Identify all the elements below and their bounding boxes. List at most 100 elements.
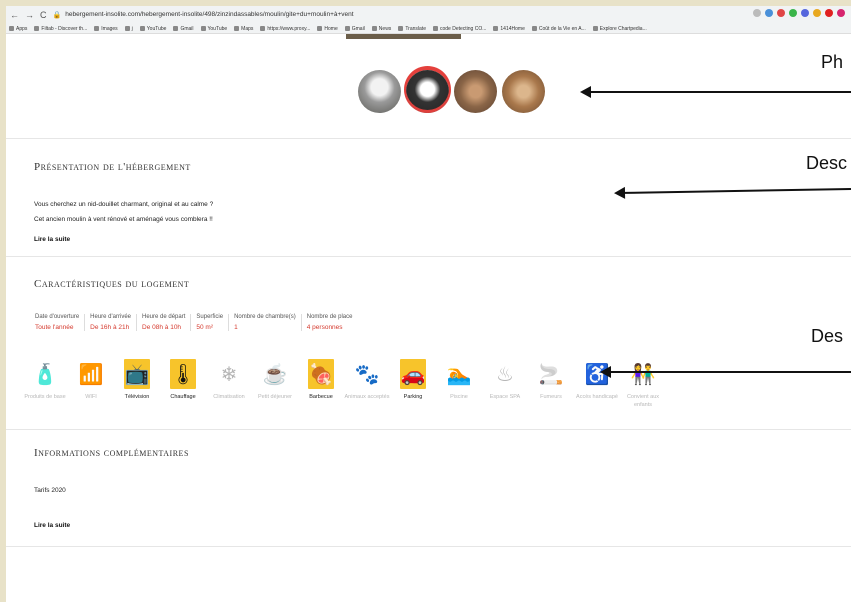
photo-thumbnail[interactable] (454, 70, 497, 113)
heating-icon: 🌡 (170, 359, 196, 389)
bookmark-item[interactable]: 1414Home (493, 26, 525, 32)
amenity-label: Télévision (124, 394, 150, 400)
photo-thumbnail[interactable] (502, 70, 545, 113)
extension-icon[interactable] (813, 9, 821, 17)
bookmark-label: https://www.proxy... (267, 25, 311, 32)
bookmark-item[interactable]: Maps (234, 26, 253, 32)
amenity-item: 📶 WIFI (68, 359, 114, 409)
bookmark-label: code Detecting CO... (439, 25, 487, 32)
forward-icon[interactable]: → (25, 10, 34, 20)
bookmark-label: Translate (405, 25, 426, 32)
bookmark-item[interactable]: code Detecting CO... (432, 25, 487, 32)
amenity-item: 🧴 Produits de base (22, 359, 68, 409)
breakfast-icon: ☕ (262, 363, 288, 386)
lock-icon[interactable]: 🔒 (53, 11, 62, 19)
bookmark-icon (317, 26, 323, 31)
bookmark-label: News (378, 25, 392, 32)
bookmark-icon (432, 26, 438, 31)
amenity-item: 🚬 Fumeurs (528, 359, 574, 409)
characteristic-label: Date d'ouverture (35, 314, 80, 320)
photo-thumbnail-active[interactable] (406, 70, 449, 113)
parking-icon: 🚗 (400, 359, 426, 389)
bookmark-item[interactable]: Explore Chartpedia... (592, 26, 647, 32)
amenity-label: Climatisation (213, 394, 245, 400)
extension-icon[interactable] (765, 9, 773, 17)
bookmark-icon (398, 26, 404, 31)
amenity-label: Piscine (450, 394, 468, 400)
screenshot: ← → C 🔒 hebergement-insolite.com/heberge… (6, 6, 851, 602)
bookmark-label: Home (324, 25, 338, 32)
read-more-link[interactable]: Lire la suite (34, 522, 70, 529)
bookmark-icon (173, 26, 179, 31)
bookmark-item[interactable]: Translate (398, 26, 426, 32)
presentation-title: Présentation de l'hébergement (34, 161, 191, 173)
bookmark-item[interactable]: https://www.proxy... (260, 26, 310, 32)
divider (6, 546, 851, 547)
annotation-features: Des (811, 326, 844, 346)
bookmark-label: YouTube (207, 25, 228, 32)
url-bar[interactable]: hebergement-insolite.com/hebergement-ins… (65, 11, 353, 18)
bookmark-icon (200, 26, 206, 31)
page-content: Présentation de l'hébergement Vous cherc… (6, 34, 851, 602)
characteristic-value: Toute l'année (35, 324, 74, 331)
bookmark-item[interactable]: Gmail (344, 26, 365, 32)
amenity-item: 🍖 Barbecue (298, 359, 344, 409)
tv-icon: 📺 (124, 359, 150, 389)
amenity-item: 🌡 Chauffage (160, 359, 206, 409)
bookmark-label: Filtab - Discover th... (41, 25, 88, 32)
star-icon[interactable] (753, 9, 761, 17)
read-more-link[interactable]: Lire la suite (34, 236, 70, 243)
bookmark-label: Images (101, 25, 118, 32)
bookmark-label: Maps (241, 25, 254, 32)
characteristic-column: Heure d'arrivée De 16h à 21h (85, 314, 138, 331)
amenity-label: Produits de base (24, 394, 66, 400)
bookmark-item[interactable]: News (371, 25, 392, 32)
bookmark-icon (371, 26, 377, 31)
extension-icon[interactable] (777, 9, 785, 17)
barbecue-icon: 🍖 (308, 359, 334, 389)
amenity-item: 📺 Télévision (114, 359, 160, 409)
extension-icon[interactable] (801, 9, 809, 17)
characteristic-column: Date d'ouverture Toute l'année (30, 314, 86, 331)
amenity-item: 🏊 Piscine (436, 359, 482, 409)
characteristic-value: De 08h à 10h (142, 324, 182, 331)
bookmark-item[interactable]: Apps (9, 26, 27, 32)
extension-icon[interactable] (789, 9, 797, 17)
pets-icon: 🐾 (354, 363, 380, 386)
browser-chrome: ← → C 🔒 hebergement-insolite.com/heberge… (6, 6, 851, 34)
bookmark-icon (139, 26, 145, 31)
back-icon[interactable]: ← (10, 10, 19, 20)
bookmark-item[interactable]: YouTube (139, 26, 166, 32)
amenity-item: 🚗 Parking (390, 359, 436, 409)
annotation-arrow (616, 187, 851, 195)
amenity-item: ☕ Petit déjeuner (252, 359, 298, 409)
bookmark-item[interactable]: Home (317, 25, 338, 32)
bookmark-icon (34, 26, 40, 31)
characteristic-value: De 16h à 21h (90, 324, 130, 331)
amenity-label: WIFI (85, 394, 97, 400)
reload-icon[interactable]: C (40, 10, 47, 20)
wifi-icon: 📶 (78, 363, 104, 386)
bookmark-item[interactable]: YouTube (200, 25, 228, 32)
bookmark-item[interactable]: Filtab - Discover th... (34, 26, 87, 32)
info-title: Informations complémentaires (34, 447, 189, 459)
bookmark-item[interactable]: Images (94, 25, 118, 32)
profile-avatar[interactable] (837, 9, 845, 17)
bookmark-icon (260, 26, 266, 31)
characteristic-value: 1 (234, 324, 238, 331)
bookmark-item[interactable]: j (124, 26, 133, 32)
amenity-item: ♨ Espace SPA (482, 359, 528, 409)
bookmark-item[interactable]: Coût de la Vie en A... (531, 26, 586, 32)
photo-gallery (358, 70, 545, 113)
amenity-label: Espace SPA (489, 394, 521, 400)
photo-thumbnail[interactable] (358, 70, 401, 113)
amenity-label: Fumeurs (540, 394, 562, 400)
divider (6, 256, 851, 257)
children-icon: 👫 (630, 363, 656, 386)
amenity-label: Accès handicapé (576, 394, 618, 400)
amenity-item: 🐾 Animaux acceptés (344, 359, 390, 409)
bookmark-item[interactable]: Gmail (173, 26, 194, 32)
extension-icon[interactable] (825, 9, 833, 17)
annotation-photos: Ph (821, 52, 844, 72)
amenity-item: ❄ Climatisation (206, 359, 252, 409)
